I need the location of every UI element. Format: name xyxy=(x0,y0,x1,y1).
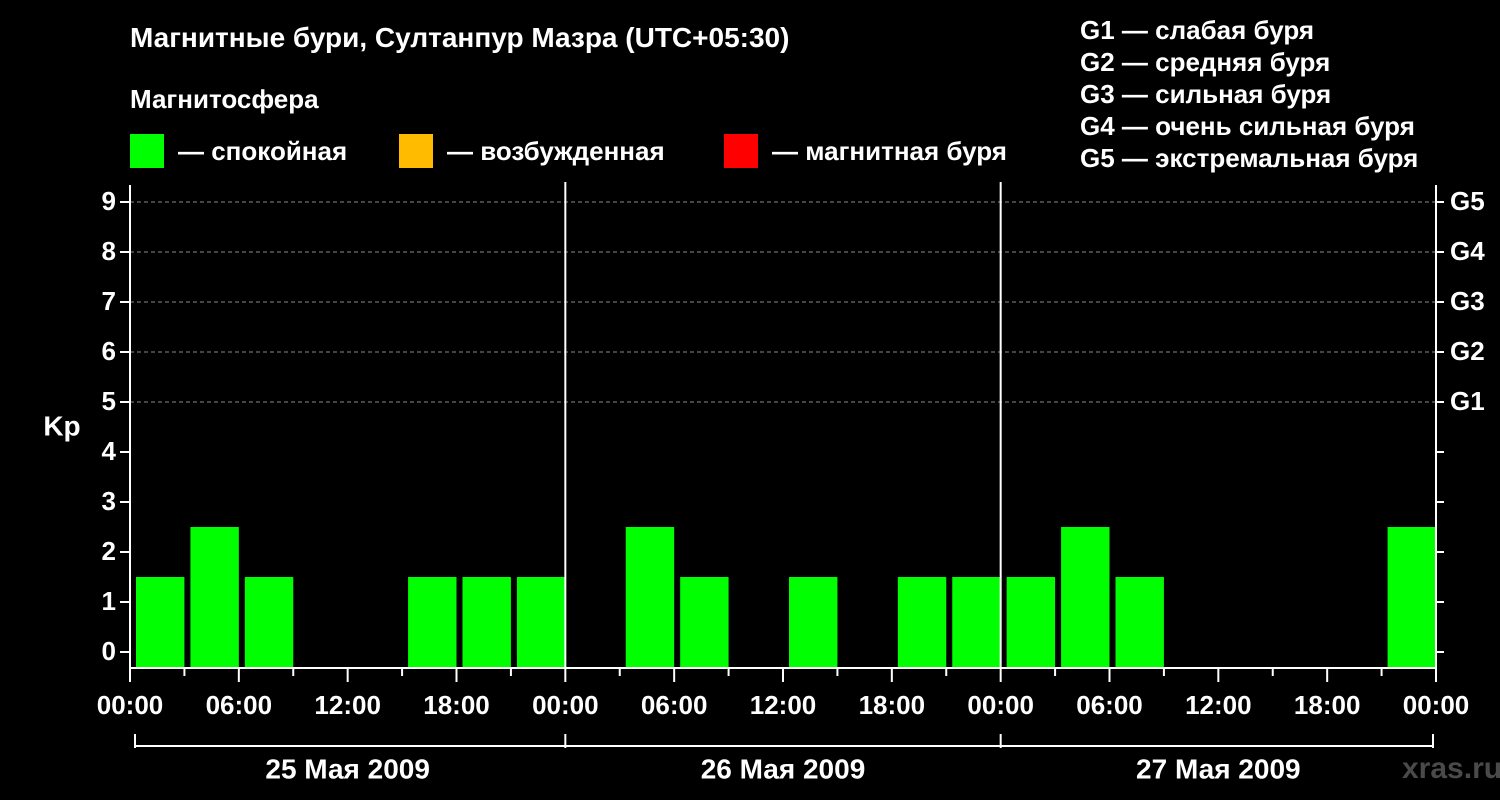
x-tick-label: 12:00 xyxy=(750,690,817,720)
y-tick-label: 9 xyxy=(102,186,116,216)
x-tick-label: 06:00 xyxy=(641,690,708,720)
kp-bar xyxy=(408,577,457,668)
y-tick-label: 0 xyxy=(102,636,116,666)
kp-bar xyxy=(625,527,675,668)
g-tick-label: G2 xyxy=(1450,336,1485,366)
y-tick-label: 5 xyxy=(102,386,116,416)
x-tick-label: 00:00 xyxy=(1403,690,1470,720)
y-tick-label: 1 xyxy=(102,586,116,616)
y-tick-label: 4 xyxy=(102,436,117,466)
x-tick-label: 18:00 xyxy=(1294,690,1361,720)
y-tick-label: 8 xyxy=(102,236,116,266)
y-tick-label: 6 xyxy=(102,336,116,366)
x-tick-label: 18:00 xyxy=(423,690,490,720)
x-tick-label: 12:00 xyxy=(314,690,381,720)
x-tick-label: 12:00 xyxy=(1185,690,1252,720)
kp-bar xyxy=(789,577,838,668)
y-axis-label: Kp xyxy=(43,410,80,441)
y-tick-label: 3 xyxy=(102,486,116,516)
y-tick-label: 7 xyxy=(102,286,116,316)
y-tick-label: 2 xyxy=(102,536,116,566)
kp-bar xyxy=(190,527,239,668)
kp-bar xyxy=(1416,577,1427,668)
x-tick-label: 06:00 xyxy=(206,690,273,720)
kp-bar xyxy=(1387,527,1436,668)
day-label: 25 Мая 2009 xyxy=(265,753,430,784)
kp-bar xyxy=(952,577,1001,668)
day-label: 27 Мая 2009 xyxy=(1136,753,1301,784)
kp-bar xyxy=(136,577,185,668)
kp-bar xyxy=(244,577,294,668)
g-tick-label: G4 xyxy=(1450,236,1485,266)
x-tick-label: 00:00 xyxy=(532,690,599,720)
x-tick-label: 00:00 xyxy=(967,690,1034,720)
kp-bar xyxy=(1061,527,1110,668)
kp-bar xyxy=(462,577,511,668)
kp-bar xyxy=(1115,577,1164,668)
g-tick-label: G5 xyxy=(1450,186,1485,216)
kp-bar xyxy=(516,577,566,668)
g-tick-label: G1 xyxy=(1450,386,1485,416)
x-tick-label: 00:00 xyxy=(97,690,164,720)
x-tick-label: 06:00 xyxy=(1076,690,1143,720)
x-tick-label: 18:00 xyxy=(859,690,926,720)
day-label: 26 Мая 2009 xyxy=(701,753,866,784)
kp-chart: 0 1 2 3 4 5 6 7 8 9 Kp G1 G2 G3 G4 G5 00:00 06:00 12:00 18:… xyxy=(43,182,1485,784)
kp-bar xyxy=(897,577,947,668)
kp-bar xyxy=(1006,577,1056,668)
watermark: xras.ru xyxy=(1402,752,1500,785)
g-tick-label: G3 xyxy=(1450,286,1485,316)
kp-bar xyxy=(680,577,729,668)
